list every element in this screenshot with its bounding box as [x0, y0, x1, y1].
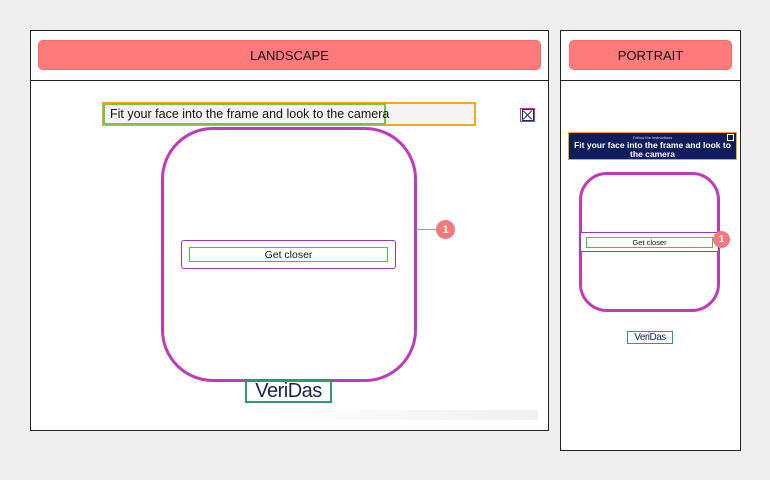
callout-marker: 1: [436, 220, 455, 239]
portrait-feedback-text: Get closer: [586, 237, 713, 248]
portrait-veridas-logo: VeriDas: [627, 331, 673, 344]
instruction-text: Fit your face into the frame and look to…: [103, 103, 389, 125]
portrait-callout-marker: 1: [713, 231, 730, 248]
close-icon: [728, 135, 733, 140]
feedback-text: Get closer: [189, 247, 388, 262]
close-button[interactable]: [520, 108, 535, 122]
landscape-header-button[interactable]: LANDSCAPE: [38, 40, 541, 70]
portrait-banner: Follow the instructions Fit your face in…: [568, 132, 737, 160]
veridas-logo: VeriDas: [245, 380, 332, 403]
callout-line: [416, 229, 436, 230]
portrait-close-button[interactable]: [727, 134, 734, 141]
landscape-stage-shadow: [250, 410, 538, 420]
portrait-instruction-text: Fit your face into the frame and look to…: [574, 140, 731, 159]
portrait-header-button[interactable]: PORTRAIT: [569, 40, 732, 70]
close-icon: [521, 109, 534, 121]
